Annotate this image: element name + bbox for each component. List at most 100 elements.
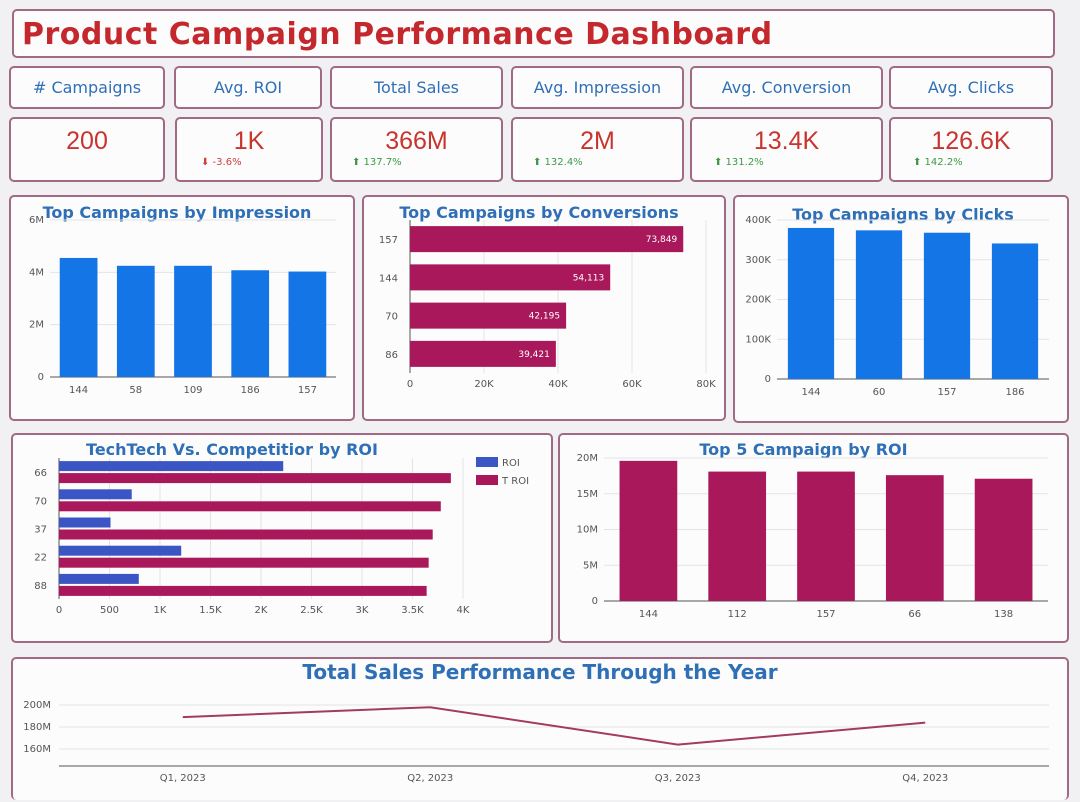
x-tick-label: 144 [69, 385, 88, 396]
chart-panel-conversions: Top Campaigns by Conversions 0 20K 40K 60K 8… [362, 195, 726, 421]
bar [855, 230, 903, 379]
y-tick-label: 15M [577, 489, 598, 500]
sales-line [182, 706, 926, 746]
legend-label-roi: ROI [502, 458, 520, 469]
x-tick-label: 58 [129, 385, 142, 396]
chart-panel-roi-compare: TechTech Vs. Competitior by ROI 0 500 1K 1.… [11, 433, 553, 643]
x-tick-label: 66 [908, 609, 921, 620]
y-tick-label: 20M [577, 453, 598, 464]
kpi-card-total-sales: 366M ⬆ 137.7% [330, 117, 503, 182]
y-tick-label: 157 [379, 235, 398, 246]
chart-panel-clicks: Top Campaigns by Clicks 0 100K 200K 300K 400… [733, 195, 1069, 423]
bar-t-roi [59, 501, 441, 512]
kpi-label-text: Avg. Conversion [721, 78, 852, 97]
x-tick-label: 157 [937, 387, 956, 398]
x-tick-label: 144 [639, 609, 658, 620]
kpi-label-avg-roi: Avg. ROI [174, 66, 322, 109]
x-tick-label: 80K [696, 379, 716, 390]
x-tick-label: 109 [183, 385, 202, 396]
dashboard-title: Product Campaign Performance Dashboard [22, 17, 773, 52]
x-tick-label: 3.5K [401, 605, 424, 616]
kpi-delta: ⬆ 132.4% [533, 157, 583, 168]
kpi-value: 366M [385, 127, 448, 155]
x-tick-label: 157 [816, 609, 835, 620]
kpi-delta: ⬆ 131.2% [714, 157, 764, 168]
y-tick-label: 144 [379, 273, 398, 284]
chart-panel-sales-trend: Total Sales Performance Through the Year… [11, 657, 1069, 800]
bar [797, 471, 855, 601]
bar-value-label: 54,113 [573, 273, 605, 283]
x-tick-label: Q4, 2023 [902, 773, 948, 784]
y-tick-label: 88 [34, 581, 47, 592]
y-tick-label: 300K [745, 255, 771, 266]
kpi-value: 13.4K [753, 127, 820, 155]
x-tick-label: Q3, 2023 [655, 773, 701, 784]
bar-roi [59, 489, 132, 500]
y-tick-label: 180M [23, 722, 51, 733]
kpi-label-avg-impression: Avg. Impression [511, 66, 684, 109]
kpi-card-avg-impression: 2M ⬆ 132.4% [511, 117, 684, 182]
bar [923, 232, 971, 379]
y-tick-label: 6M [29, 215, 44, 226]
x-tick-label: 144 [801, 387, 820, 398]
bar [288, 271, 327, 377]
x-tick-label: 0 [56, 605, 62, 616]
x-tick-label: 4K [457, 605, 470, 616]
x-tick-label: 112 [728, 609, 747, 620]
kpi-delta: ⬆ 142.2% [913, 157, 963, 168]
x-tick-label: 0 [407, 379, 413, 390]
y-tick-label: 10M [577, 525, 598, 536]
bar [974, 478, 1033, 601]
kpi-delta: ⬇ -3.6% [201, 157, 242, 168]
impression-bar-chart: 0 2M 4M 6M 144 58 109 186 157 [29, 215, 336, 396]
y-tick-label: 70 [34, 496, 47, 507]
bar [174, 265, 212, 377]
bar [59, 257, 98, 377]
y-tick-label: 2M [29, 320, 44, 331]
kpi-card-avg-conversion: 13.4K ⬆ 131.2% [690, 117, 883, 182]
kpi-label-text: Avg. ROI [213, 78, 283, 97]
bar [885, 475, 944, 601]
x-tick-label: 60K [622, 379, 642, 390]
kpi-value: 126.6K [931, 127, 1011, 155]
kpi-value: 200 [66, 127, 108, 155]
bar-roi [59, 545, 182, 556]
y-tick-label: 400K [745, 215, 771, 226]
y-tick-label: 0 [765, 374, 771, 385]
bar-t-roi [59, 557, 429, 568]
x-tick-label: 186 [241, 385, 260, 396]
clicks-bar-chart: 0 100K 200K 300K 400K 144 60 157 186 [745, 215, 1049, 398]
kpi-label-total-sales: Total Sales [330, 66, 503, 109]
kpi-label-campaigns: # Campaigns [9, 66, 165, 109]
y-tick-label: 66 [34, 468, 47, 479]
roi-compare-bar-chart: 0 500 1K 1.5K 2K 2.5K 3K 3.5K 4K 66 70 37 22 88 ROI T R… [34, 457, 529, 616]
y-tick-label: 4M [29, 267, 44, 278]
kpi-card-campaigns: 200 [9, 117, 165, 182]
y-tick-label: 70 [385, 312, 398, 323]
legend-swatch-roi [476, 457, 498, 467]
x-tick-label: 186 [1005, 387, 1024, 398]
bar [619, 460, 678, 601]
kpi-value: 1K [233, 127, 265, 155]
x-tick-label: 2K [255, 605, 268, 616]
kpi-label-avg-clicks: Avg. Clicks [889, 66, 1053, 109]
kpi-label-text: Total Sales [373, 78, 460, 97]
y-tick-label: 5M [583, 560, 598, 571]
legend-label-t-roi: T ROI [501, 476, 529, 487]
kpi-label-text: Avg. Impression [533, 78, 662, 97]
kpi-label-avg-conversion: Avg. Conversion [690, 66, 883, 109]
bar-roi [59, 573, 139, 584]
bar-value-label: 39,421 [518, 350, 550, 360]
y-tick-label: 160M [23, 744, 51, 755]
x-tick-label: 1K [154, 605, 167, 616]
y-tick-label: 0 [592, 596, 598, 607]
chart-panel-impression: Top Campaigns by Impression 0 2M 4M 6M 144 58… [9, 195, 355, 421]
x-tick-label: 138 [994, 609, 1013, 620]
kpi-delta: ⬆ 137.7% [352, 157, 402, 168]
bar [231, 270, 270, 377]
x-tick-label: 157 [298, 385, 317, 396]
top5-roi-bar-chart: 0 5M 10M 15M 20M 144 112 157 66 138 [577, 453, 1048, 620]
y-tick-label: 37 [34, 525, 47, 536]
bar [410, 226, 684, 253]
chart-panel-top5-roi: Top 5 Campaign by ROI 0 5M 10M 15M 20M 144 112… [558, 433, 1069, 643]
